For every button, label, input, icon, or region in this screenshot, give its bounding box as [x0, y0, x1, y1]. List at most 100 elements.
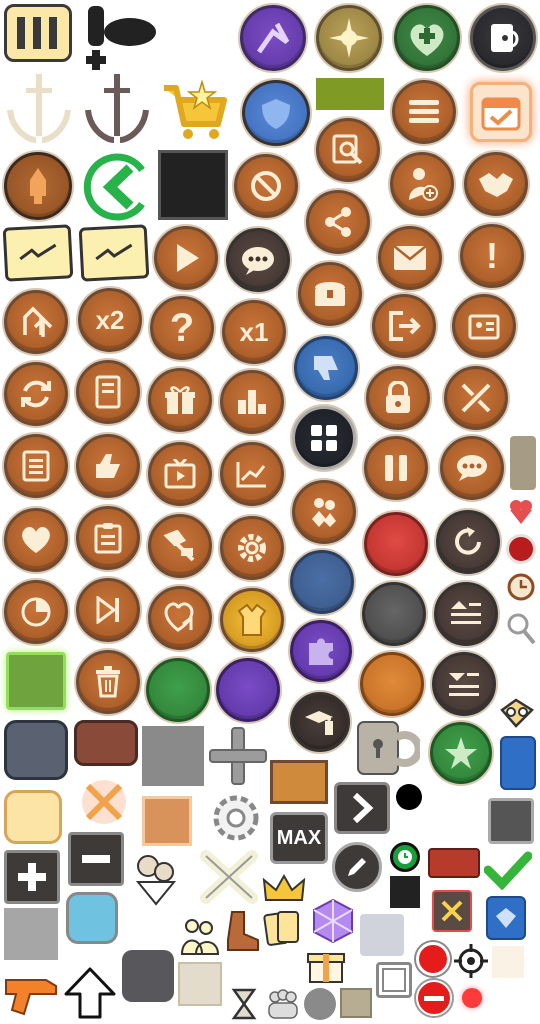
ticket-stack-icon[interactable]	[2, 224, 74, 282]
treasure-chest-icon[interactable]	[298, 262, 362, 326]
no-entry-icon[interactable]	[416, 980, 452, 1016]
stats-chart-icon[interactable]	[220, 442, 284, 506]
back-arrow-icon[interactable]	[78, 150, 152, 224]
handshake-icon[interactable]	[464, 152, 528, 216]
timer-icon	[506, 572, 536, 602]
forbid-icon[interactable]	[234, 154, 298, 218]
character-trio-icon	[128, 852, 186, 908]
ranking-icon[interactable]	[220, 370, 284, 434]
joystick-plus-icon[interactable]	[82, 2, 158, 72]
search-icon[interactable]	[506, 612, 536, 646]
user-add-icon[interactable]	[390, 152, 454, 216]
logout-icon[interactable]	[372, 294, 436, 358]
download-list-icon[interactable]	[432, 652, 496, 716]
chat-icon[interactable]	[226, 228, 290, 292]
compass-sun-icon[interactable]	[316, 5, 382, 71]
heart-share-icon[interactable]	[148, 586, 212, 650]
orange-circle-icon[interactable]	[360, 652, 424, 716]
red-circle-icon[interactable]	[364, 512, 428, 576]
gear-outline-icon[interactable]	[208, 790, 264, 846]
pie-chart-icon[interactable]	[4, 580, 68, 644]
cancel-battle-icon[interactable]	[432, 890, 472, 932]
heart-icon[interactable]	[4, 508, 68, 572]
help-icon[interactable]: ?	[150, 296, 214, 360]
speed-x1-icon[interactable]: x1	[222, 300, 286, 364]
purple-skill-icon[interactable]	[240, 5, 306, 71]
outfit-icon[interactable]	[220, 588, 284, 652]
inspect-icon[interactable]	[316, 118, 380, 182]
gray-circle-icon[interactable]	[362, 582, 426, 646]
alert-icon[interactable]: !	[460, 224, 524, 288]
upgrade-arrows-icon[interactable]	[4, 290, 68, 354]
mail-icon[interactable]	[378, 226, 442, 290]
small-tan-square-icon	[340, 988, 372, 1018]
refresh-icon[interactable]	[4, 362, 68, 426]
lock-icon[interactable]	[366, 366, 430, 430]
play-icon[interactable]	[154, 226, 218, 290]
puzzle-icon[interactable]	[290, 620, 352, 682]
next-arrow-icon[interactable]	[334, 782, 390, 834]
rocket-icon[interactable]	[4, 152, 72, 220]
plus-square-icon[interactable]	[4, 850, 60, 904]
battle-swords-icon[interactable]	[444, 366, 508, 430]
light-square-icon	[360, 914, 404, 956]
thumbs-up-icon[interactable]	[76, 434, 140, 498]
small-gray-circle-icon	[304, 988, 336, 1020]
blacksmith-icon[interactable]	[148, 514, 212, 578]
speech-bubble-icon[interactable]	[440, 436, 504, 500]
check-icon[interactable]	[484, 850, 532, 890]
menu-icon[interactable]	[392, 80, 456, 144]
boot-icon	[224, 910, 260, 952]
grid-menu-icon[interactable]	[292, 406, 356, 470]
edit-pencil-icon[interactable]	[332, 842, 382, 892]
speed-x2-icon[interactable]: x2	[78, 288, 142, 352]
speed-x1-label: x1	[239, 317, 269, 347]
share-icon[interactable]	[306, 190, 370, 254]
close-x-icon[interactable]	[198, 848, 260, 906]
pause-ticket-icon[interactable]	[4, 4, 72, 62]
max-icon[interactable]: MAX	[270, 812, 328, 864]
white-frame-icon	[376, 962, 412, 998]
blue-shield-icon[interactable]	[242, 80, 310, 146]
gray-block-icon	[4, 908, 58, 960]
gift-icon[interactable]	[148, 368, 212, 432]
crowd-icon	[266, 988, 300, 1020]
up-arrow-icon[interactable]	[64, 966, 116, 1020]
target-icon[interactable]	[454, 944, 488, 978]
settings-gear-icon[interactable]	[220, 516, 284, 580]
thumbs-down-icon[interactable]	[294, 336, 358, 400]
green-heal-icon[interactable]	[394, 5, 460, 71]
list-icon[interactable]	[4, 434, 68, 498]
friends-icon[interactable]	[292, 480, 356, 544]
tv-reward-icon[interactable]	[148, 442, 212, 506]
restart-icon[interactable]	[436, 510, 500, 574]
eject-list-icon[interactable]	[434, 582, 498, 646]
hourglass-icon	[228, 988, 260, 1020]
tutorial-icon[interactable]	[290, 692, 350, 752]
blue-circle-icon[interactable]	[290, 550, 354, 614]
purple-circle-icon[interactable]	[216, 658, 280, 722]
plus-gray-icon[interactable]	[208, 726, 268, 786]
green-circle-icon[interactable]	[146, 658, 210, 722]
red-button-icon[interactable]	[416, 942, 450, 976]
clipboard-icon[interactable]	[76, 506, 140, 570]
padlock-key-icon[interactable]	[356, 720, 420, 778]
cream-square-icon	[4, 790, 62, 844]
calendar-check-icon[interactable]	[470, 82, 532, 142]
guild-emblem-icon[interactable]	[430, 722, 492, 784]
minus-square-icon[interactable]	[68, 832, 124, 886]
crossed-swords-glow-icon[interactable]	[72, 776, 136, 828]
slate-square-icon	[4, 720, 68, 780]
black-square-small-icon	[390, 876, 420, 908]
cyan-square-icon	[66, 892, 118, 944]
trash-icon[interactable]	[76, 650, 140, 714]
beige-square-icon	[178, 962, 222, 1006]
book-icon[interactable]	[76, 360, 140, 424]
skip-end-icon[interactable]	[76, 578, 140, 642]
pause-icon[interactable]	[364, 436, 428, 500]
shop-cart-star-icon[interactable]	[160, 80, 230, 142]
exit-door-icon[interactable]	[470, 5, 536, 71]
id-card-icon[interactable]	[452, 294, 516, 358]
ticket-stack-2-icon[interactable]	[78, 224, 150, 282]
map-pin-icon	[506, 496, 536, 526]
